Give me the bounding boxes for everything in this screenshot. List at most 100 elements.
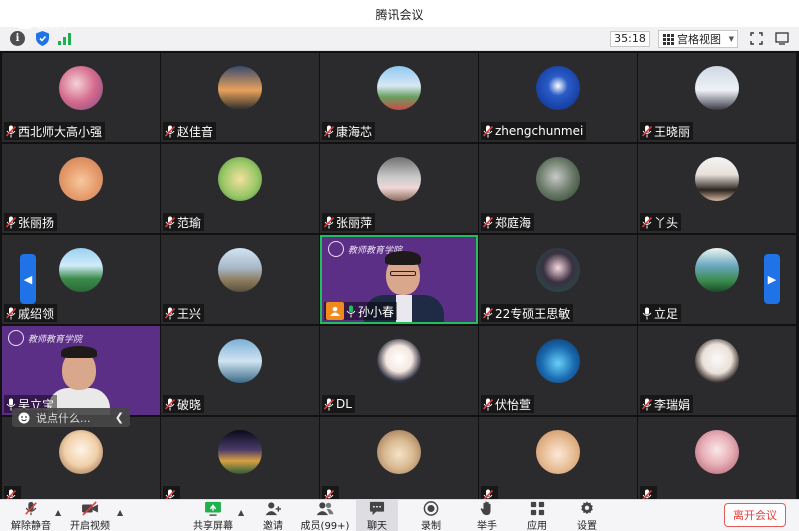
raise-hand-button[interactable]: 举手 [470, 500, 504, 531]
mic-active-icon [346, 305, 356, 317]
participant-name: 张丽扬 [18, 215, 55, 230]
participant-tile[interactable]: 王晓丽 [638, 53, 796, 142]
participant-tile[interactable]: 王兴 [161, 235, 319, 324]
participant-tile[interactable] [161, 417, 319, 506]
participant-tile[interactable] [638, 417, 796, 506]
participant-tile[interactable]: 破晓 [161, 326, 319, 415]
participant-name: 范瑜 [177, 215, 202, 230]
avatar [377, 430, 421, 474]
start-video-button[interactable]: 开启视频 [66, 500, 114, 531]
signal-icon[interactable] [57, 31, 72, 46]
participant-name: 伏怡萱 [495, 397, 532, 412]
participant-name: 22专硕王思敏 [495, 306, 571, 321]
leave-meeting-button[interactable]: 离开会议 [724, 503, 786, 527]
info-icon[interactable]: i [10, 31, 25, 46]
share-screen-button[interactable]: 共享屏幕 [190, 500, 236, 531]
camera-icon [326, 302, 344, 320]
participant-name: 张丽萍 [336, 215, 373, 230]
mic-off-icon [324, 216, 334, 228]
members-label: 成员(99+) [300, 521, 350, 531]
avatar [218, 430, 262, 474]
view-mode-select[interactable]: 宫格视图 ▼ [658, 30, 738, 48]
avatar [536, 66, 580, 110]
mic-off-icon [6, 216, 16, 228]
settings-label: 设置 [577, 521, 597, 531]
participant-tile[interactable]: 教师教育学院 吴立宝 [2, 326, 160, 415]
avatar [695, 430, 739, 474]
emoji-icon[interactable] [18, 412, 30, 424]
participant-tile[interactable]: 郑庭海 [479, 144, 637, 233]
participant-tile[interactable]: 22专硕王思敏 [479, 235, 637, 324]
camera-off-icon [82, 501, 98, 516]
mic-off-icon [483, 398, 493, 410]
chevron-right-icon: ▶ [767, 272, 777, 286]
participant-name: 郑庭海 [495, 215, 532, 230]
participant-tile[interactable]: DL [320, 326, 478, 415]
avatar [218, 157, 262, 201]
chevron-down-icon: ▼ [728, 35, 734, 43]
participant-tile[interactable]: zhengchunmei [479, 53, 637, 142]
hand-icon [480, 501, 491, 516]
members-button[interactable]: 成员(99+) [300, 500, 350, 531]
participant-name-tag: 西北师大高小强 [4, 122, 106, 140]
chat-input[interactable]: 说点什么... ❮ [12, 408, 130, 427]
invite-button[interactable]: 邀请 [256, 500, 290, 531]
chevron-up-icon[interactable]: ▲ [55, 508, 61, 517]
mic-off-icon [324, 125, 334, 137]
participant-name: 戚绍领 [18, 306, 55, 321]
chevron-up-icon[interactable]: ▲ [117, 508, 123, 517]
participant-name-tag: 赵佳音 [163, 122, 217, 140]
participant-tile[interactable] [479, 417, 637, 506]
chevron-left-icon[interactable]: ❮ [115, 411, 124, 424]
avatar [695, 157, 739, 201]
view-mode-label: 宫格视图 [677, 33, 721, 46]
chevron-left-icon: ◀ [23, 272, 33, 286]
participant-tile[interactable]: 李瑞娟 [638, 326, 796, 415]
top-toolbar: i 35:18 宫格视图 ▼ [0, 27, 799, 51]
participant-tile[interactable] [2, 417, 160, 506]
unmute-button[interactable]: 解除静音 [8, 500, 54, 531]
participant-tile[interactable]: 丫头 [638, 144, 796, 233]
participant-name-tag: 张丽萍 [322, 213, 376, 231]
mic-off-icon [6, 307, 16, 319]
settings-button[interactable]: 设置 [570, 500, 604, 531]
participant-name-tag: zhengchunmei [481, 122, 587, 140]
participant-tile[interactable]: 康海芯 [320, 53, 478, 142]
mic-off-icon [324, 398, 334, 410]
participant-tile[interactable]: 赵佳音 [161, 53, 319, 142]
participant-name-tag: 郑庭海 [481, 213, 535, 231]
mic-off-icon [165, 398, 175, 410]
previous-page-button[interactable]: ◀ [20, 254, 36, 304]
mic-off-icon [25, 501, 37, 516]
participant-name: 李瑞娟 [654, 397, 691, 412]
chevron-up-icon[interactable]: ▲ [238, 508, 244, 517]
avatar [695, 339, 739, 383]
mic-off-icon [165, 216, 175, 228]
gear-icon [581, 501, 593, 515]
participant-name-tag: 康海芯 [322, 122, 376, 140]
participant-tile[interactable]: 范瑜 [161, 144, 319, 233]
participant-name-tag: 张丽扬 [4, 213, 58, 231]
avatar [59, 66, 103, 110]
grid-icon [663, 33, 674, 45]
participant-name-tag: 立足 [640, 304, 682, 322]
video-label: 开启视频 [70, 521, 110, 531]
participant-name-tag: 破晓 [163, 395, 205, 413]
fullscreen-icon[interactable] [774, 31, 789, 46]
participant-tile[interactable]: 伏怡萱 [479, 326, 637, 415]
record-button[interactable]: 录制 [414, 500, 448, 531]
shield-icon[interactable] [35, 31, 50, 46]
participant-tile[interactable] [320, 417, 478, 506]
participant-tile[interactable]: 张丽萍 [320, 144, 478, 233]
expand-icon[interactable] [749, 31, 764, 46]
next-page-button[interactable]: ▶ [764, 254, 780, 304]
participant-name: 王兴 [177, 306, 202, 321]
participant-tile[interactable]: 教师教育学院 孙小春 [320, 235, 478, 324]
participant-tile[interactable]: 西北师大高小强 [2, 53, 160, 142]
participant-name: 立足 [654, 306, 679, 321]
participant-tile[interactable]: 张丽扬 [2, 144, 160, 233]
window-title: 腾讯会议 [375, 8, 424, 22]
chat-button[interactable]: 聊天 [356, 500, 398, 531]
apps-button[interactable]: 应用 [520, 500, 554, 531]
participant-name-tag: 王晓丽 [640, 122, 694, 140]
